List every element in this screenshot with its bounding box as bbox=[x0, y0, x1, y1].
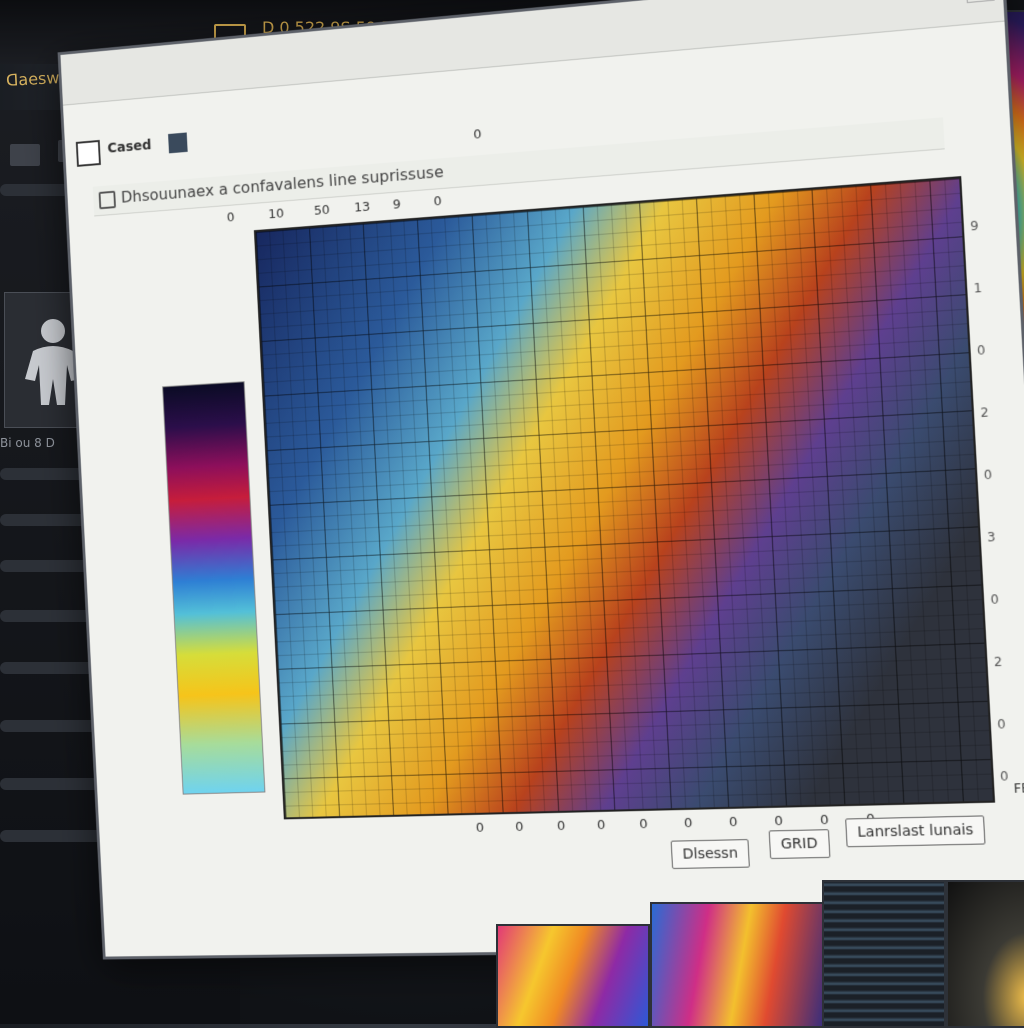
y-tick-label: 9 bbox=[969, 218, 979, 234]
sidebar-caption: Bi ou 8 D bbox=[0, 436, 55, 450]
x-tick-label: 0 bbox=[819, 812, 830, 829]
plot-icon bbox=[98, 190, 117, 210]
thumbnail-spectrum[interactable] bbox=[650, 902, 824, 1028]
sidebar-tool-icon[interactable] bbox=[10, 144, 40, 166]
x-tick-label: 0 bbox=[596, 817, 606, 834]
y-tick-label: 0 bbox=[983, 467, 993, 483]
y-tick-label: 2 bbox=[980, 405, 990, 421]
details-button[interactable]: Lanrslast lunais bbox=[845, 815, 986, 848]
y-tick-label: 0 bbox=[996, 716, 1006, 732]
x-tick-label: 0 bbox=[473, 127, 482, 143]
x-tick-label: 0 bbox=[475, 820, 485, 836]
colorbar bbox=[162, 381, 266, 795]
y-tick-label: 1 bbox=[973, 280, 983, 296]
x-tick-label: 0 bbox=[773, 813, 784, 830]
x-tick-label: 0 bbox=[433, 194, 443, 210]
close-icon[interactable] bbox=[965, 0, 995, 4]
thumbnail-gradient[interactable] bbox=[496, 924, 650, 1028]
x-tick-label: 10 bbox=[267, 206, 285, 223]
dismiss-button[interactable]: Dlsessn bbox=[670, 839, 750, 870]
x-tick-label: 0 bbox=[683, 815, 693, 832]
bottom-thumbnail-strip bbox=[300, 880, 1024, 1028]
x-tick-label: 0 bbox=[514, 819, 524, 835]
heatmap-plot[interactable] bbox=[253, 176, 996, 820]
x-tick-label: 9 bbox=[392, 197, 402, 213]
x-tick-label: 0 bbox=[638, 816, 649, 833]
y-tick-label: 3 bbox=[986, 529, 996, 545]
plot-controls: Dlsessn GRID Lanrslast lunais bbox=[670, 815, 986, 871]
x-tick-label: 0 bbox=[728, 814, 738, 831]
y-tick-label: 0 bbox=[976, 342, 986, 358]
x-tick-label: 50 bbox=[313, 202, 331, 219]
visible-checkbox[interactable] bbox=[75, 139, 101, 167]
legend-note: FBS bbox=[1013, 780, 1024, 796]
checkbox-label: Cased bbox=[107, 137, 152, 157]
y-tick-label: 0 bbox=[990, 592, 1000, 607]
main-window: Cased Dhsouunaex a confavalens line supr… bbox=[57, 0, 1024, 960]
color-swatch[interactable] bbox=[168, 132, 188, 154]
grid-button[interactable]: GRID bbox=[768, 829, 830, 860]
y-tick-label: 0 bbox=[999, 768, 1009, 784]
thumbnail-texture[interactable] bbox=[822, 880, 946, 1028]
x-tick-label: 13 bbox=[353, 199, 371, 216]
thumbnail-burst[interactable] bbox=[946, 880, 1024, 1028]
sidebar-divider bbox=[0, 184, 70, 196]
x-tick-label: 0 bbox=[226, 210, 235, 226]
heatmap-grid-coarse bbox=[255, 178, 993, 818]
heatmap-canvas bbox=[255, 178, 993, 818]
y-tick-label: 2 bbox=[993, 654, 1003, 670]
x-tick-label: 0 bbox=[556, 818, 566, 835]
